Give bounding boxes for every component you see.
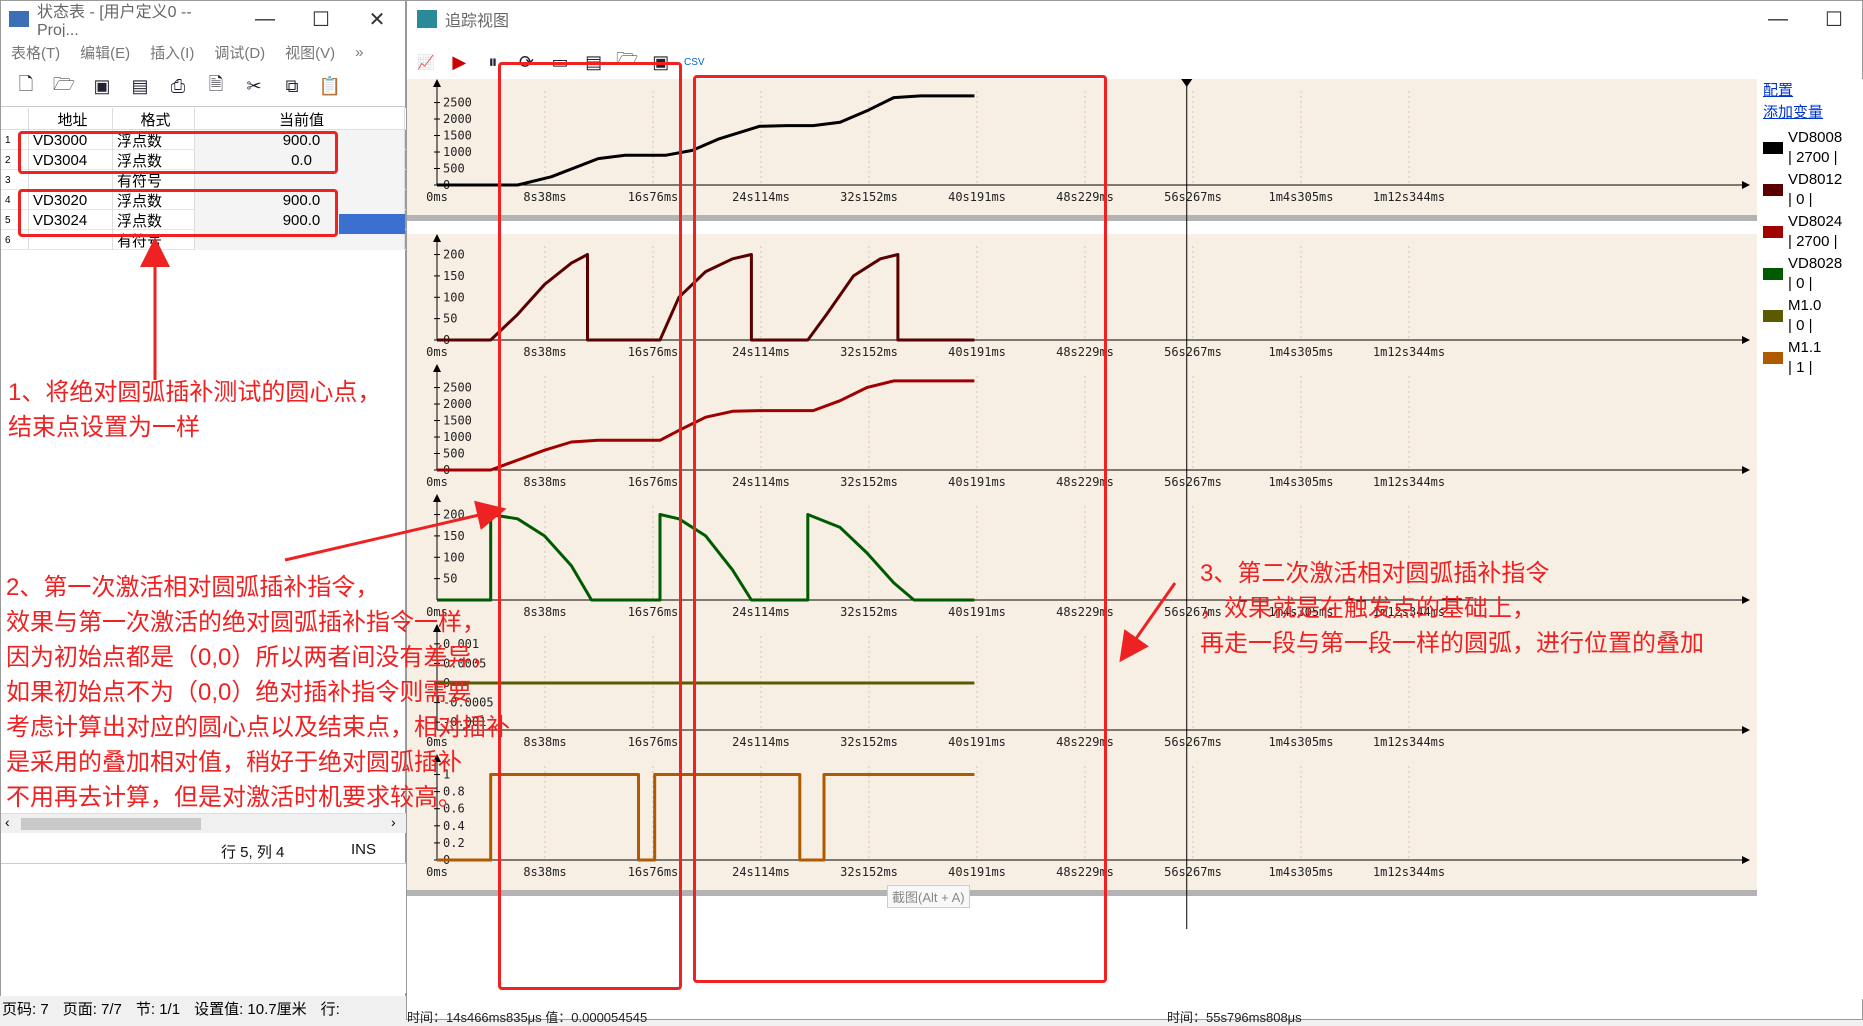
annotation-2-line-1: 2、第一次激活相对圆弧插补指令， bbox=[6, 574, 380, 601]
annotation-2: 2、第一次激活相对圆弧插补指令， 效果与第一次激活的绝对圆弧插补指令一样， 因为… bbox=[6, 570, 510, 815]
annotation-2-line-2: 效果与第一次激活的绝对圆弧插补指令一样， bbox=[6, 609, 486, 636]
annotation-3: 3、第二次激活相对圆弧插补指令 ，效果就是在触发点的基础上， 再走一段与第一段一… bbox=[1200, 556, 1704, 661]
annotation-2-line-4: 如果初始点不为（0,0）绝对插补指令则需要 bbox=[6, 679, 472, 706]
arrow-2 bbox=[284, 500, 507, 562]
arrow-3 bbox=[1119, 582, 1177, 663]
annotation-2-line-5: 考虑计算出对应的圆心点以及结束点，相对插补 bbox=[6, 714, 510, 741]
annotation-3-line-2: ，效果就是在触发点的基础上， bbox=[1200, 595, 1536, 622]
annotation-1: 1、将绝对圆弧插补测试的圆心点， 结束点设置为一样 bbox=[8, 375, 381, 445]
annotation-2-line-3: 因为初始点都是（0,0）所以两者间没有差异， bbox=[6, 644, 496, 671]
annotation-arrows bbox=[140, 237, 1177, 663]
annotation-1-line-1: 1、将绝对圆弧插补测试的圆心点， bbox=[8, 379, 382, 406]
annotation-3-line-3: 再走一段与第一段一样的圆弧，进行位置的叠加 bbox=[1200, 630, 1704, 657]
annotation-2-line-7: 不用再去计算，但是对激活时机要求较高。 bbox=[6, 784, 462, 811]
annotation-2-line-6: 是采用的叠加相对值，稍好于绝对圆弧插补 bbox=[6, 749, 462, 776]
annotation-1-line-2: 结束点设置为一样 bbox=[8, 414, 200, 441]
annotation-3-line-1: 3、第二次激活相对圆弧插补指令 bbox=[1200, 560, 1550, 587]
